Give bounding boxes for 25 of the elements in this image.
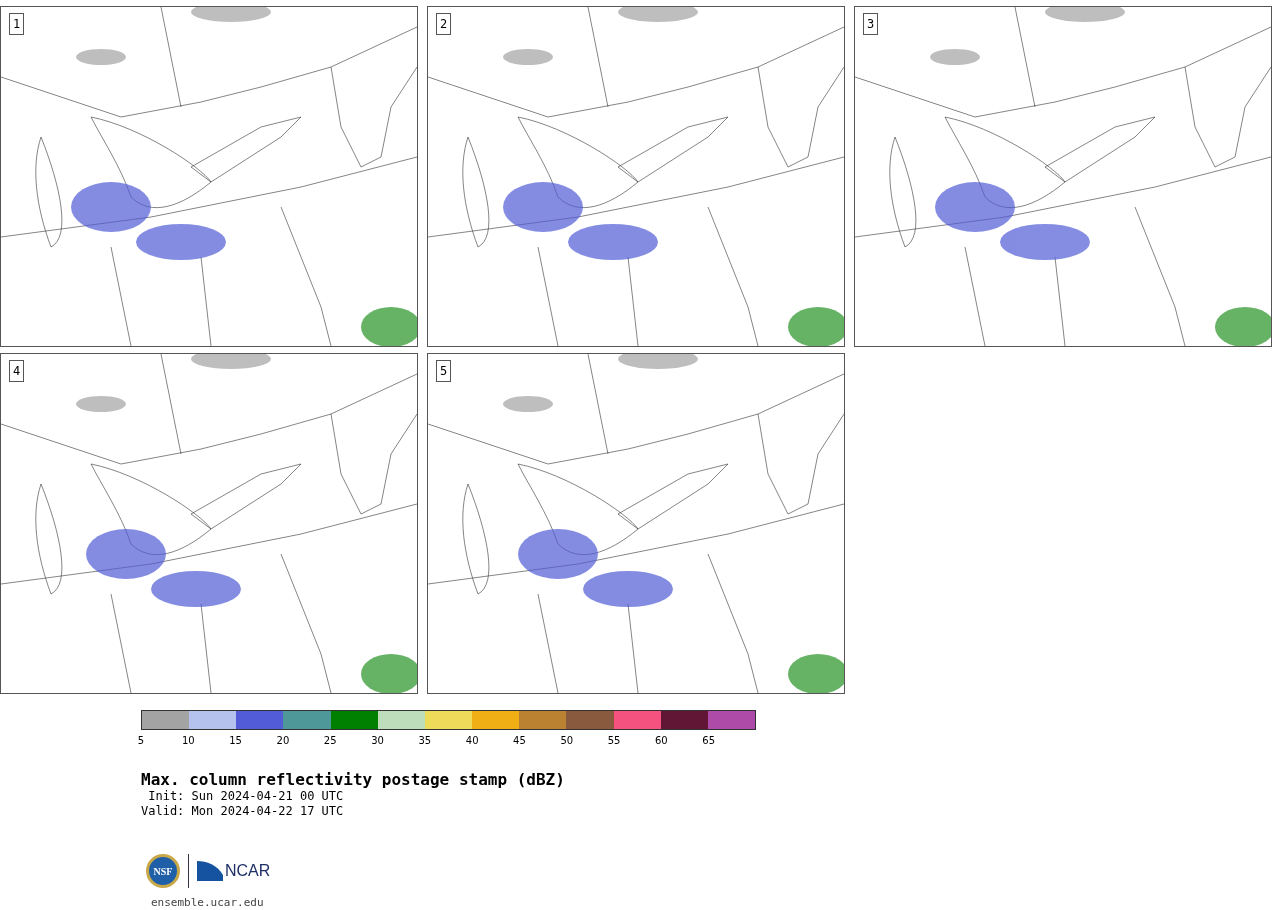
tick-label: 50: [560, 735, 574, 747]
ncar-logo-text: NCAR: [225, 862, 271, 880]
tick-label: 15: [229, 735, 242, 747]
chart-title: Max. column reflectivity postage stamp (dBZ): [141, 771, 565, 789]
website-url: ensemble.ucar.edu: [151, 896, 265, 909]
tick-label: 40: [465, 735, 479, 747]
tick-label: 5: [137, 735, 145, 747]
panel-number: 5: [436, 360, 452, 382]
panel-number: 1: [9, 13, 25, 35]
panel-number: 2: [436, 13, 452, 35]
tick-label: 25: [323, 735, 337, 747]
panel-number: 4: [9, 360, 25, 382]
tick-label: 10: [181, 735, 195, 747]
ncar-swoosh-icon: [197, 861, 223, 881]
init-time: Init: Sun 2024-04-21 00 UTC: [147, 789, 344, 804]
tick-label: 30: [371, 735, 384, 747]
panel-number: 3: [863, 13, 879, 35]
tick-label: 20: [276, 735, 290, 747]
tick-label: 60: [655, 735, 668, 747]
tick-label: 55: [607, 735, 621, 747]
tick-label: 65: [702, 735, 716, 747]
tick-label: 45: [513, 735, 526, 747]
tick-label: 35: [418, 735, 432, 747]
valid-time: Valid: Mon 2024-04-22 17 UTC: [141, 804, 344, 819]
nsf-logo: NSF: [146, 854, 180, 888]
